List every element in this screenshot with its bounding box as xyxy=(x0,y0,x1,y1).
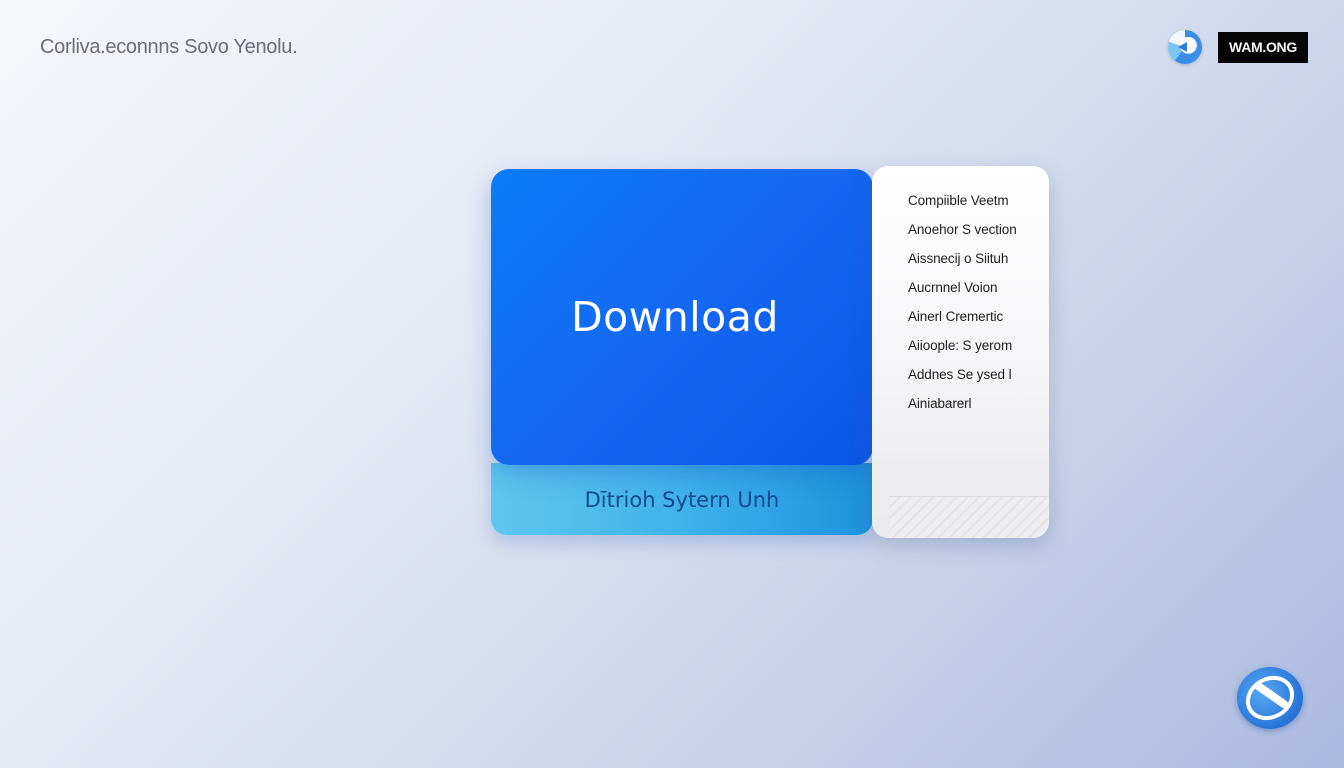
version-item[interactable]: Anoehor S vection xyxy=(908,221,1049,250)
top-right-toolbar: WAM.ONG xyxy=(1168,30,1308,64)
browser-logo-icon[interactable] xyxy=(1168,30,1202,64)
domain-badge-label: WAM.ONG xyxy=(1229,39,1297,55)
versions-panel: Compiible Veetm Anoehor S vection Aissne… xyxy=(872,166,1049,538)
download-button-label: Download xyxy=(571,293,779,341)
domain-badge[interactable]: WAM.ONG xyxy=(1218,31,1308,63)
globe-icon[interactable] xyxy=(1237,667,1303,729)
version-item[interactable]: Addnes Se ysed l xyxy=(908,366,1049,395)
system-download-label: Dītrioh Sytern Unh xyxy=(584,488,780,512)
version-item[interactable]: Ainiabarerl xyxy=(908,395,1049,424)
version-item[interactable]: Aucrnnel Voion xyxy=(908,279,1049,308)
panel-footer xyxy=(890,496,1049,538)
version-item[interactable]: Aissnecij o Siituh xyxy=(908,250,1049,279)
system-download-button[interactable]: Dītrioh Sytern Unh xyxy=(491,463,873,535)
version-item[interactable]: Compiible Veetm xyxy=(908,192,1049,221)
version-item[interactable]: Ainerl Cremertic xyxy=(908,308,1049,337)
versions-list: Compiible Veetm Anoehor S vection Aissne… xyxy=(872,166,1049,424)
version-item[interactable]: Aiioople: S yerom xyxy=(908,337,1049,366)
app-title: Corliva.econnns Sovo Yenolu. xyxy=(40,36,298,58)
download-button[interactable]: Download xyxy=(491,169,873,465)
